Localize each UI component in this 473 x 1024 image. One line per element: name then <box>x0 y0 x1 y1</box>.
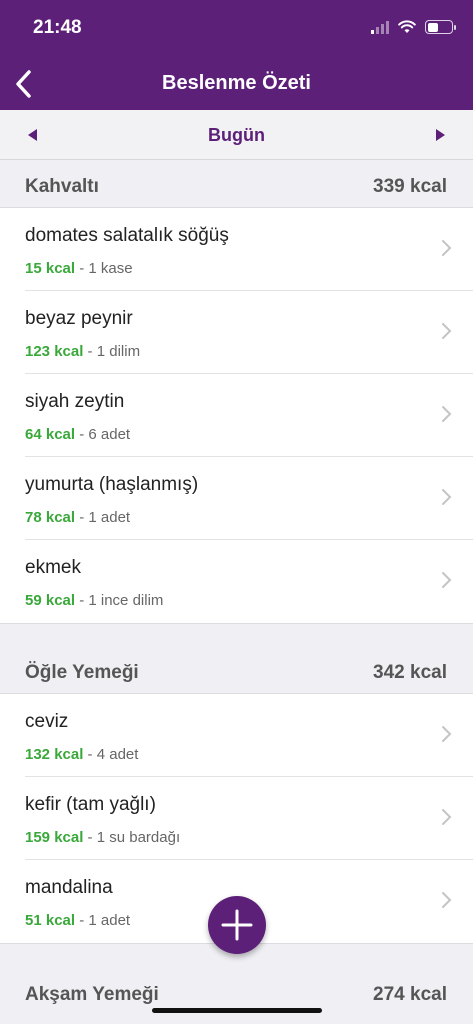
meal-total: 342 kcal <box>373 662 447 683</box>
food-row[interactable]: siyah zeytin 64 kcal - 6 adet <box>25 374 473 457</box>
meal-header-lunch: Öğle Yemeği 342 kcal <box>0 648 473 694</box>
food-portion: - 1 adet <box>75 912 131 929</box>
chevron-right-icon <box>442 323 452 339</box>
food-portion: - 1 dilim <box>83 343 141 360</box>
status-bar: 21:48 <box>0 0 473 58</box>
food-name: mandalina <box>25 877 113 898</box>
food-row[interactable]: ekmek 59 kcal - 1 ince dilim <box>25 540 473 623</box>
meal-name: Kahvaltı <box>25 176 99 197</box>
status-icons <box>371 20 456 34</box>
food-kcal: 78 kcal <box>25 509 76 526</box>
food-name: kefir (tam yağlı) <box>25 794 156 815</box>
cellular-signal-icon <box>371 20 389 34</box>
food-kcal: 15 kcal <box>25 260 76 277</box>
food-portion: - 1 kase <box>75 260 133 277</box>
food-portion: - 1 adet <box>75 509 131 526</box>
plus-icon <box>221 909 253 941</box>
chevron-right-icon <box>442 892 452 908</box>
chevron-right-icon <box>442 406 452 422</box>
food-row[interactable]: ceviz 132 kcal - 4 adet <box>25 694 473 777</box>
home-indicator[interactable] <box>152 1008 322 1013</box>
meal-header-breakfast: Kahvaltı 339 kcal <box>0 162 473 208</box>
wifi-icon <box>398 20 416 33</box>
food-detail: 159 kcal - 1 su bardağı <box>25 829 180 846</box>
meal-total: 339 kcal <box>373 176 447 197</box>
food-portion: - 1 ince dilim <box>75 592 164 609</box>
food-row[interactable]: beyaz peynir 123 kcal - 1 dilim <box>25 291 473 374</box>
food-name: beyaz peynir <box>25 308 133 329</box>
status-time: 21:48 <box>33 17 82 38</box>
chevron-right-icon <box>442 572 452 588</box>
chevron-right-icon <box>442 726 452 742</box>
food-name: domates salatalık söğüş <box>25 225 229 246</box>
food-name: ceviz <box>25 711 69 732</box>
breakfast-list: domates salatalık söğüş 15 kcal - 1 kase… <box>0 208 473 624</box>
food-row[interactable]: yumurta (haşlanmış) 78 kcal - 1 adet <box>25 457 473 540</box>
food-row[interactable]: kefir (tam yağlı) 159 kcal - 1 su bardağ… <box>25 777 473 860</box>
food-detail: 59 kcal - 1 ince dilim <box>25 592 163 609</box>
food-portion: - 6 adet <box>75 426 131 443</box>
chevron-right-icon <box>442 489 452 505</box>
food-detail: 64 kcal - 6 adet <box>25 426 130 443</box>
food-name: ekmek <box>25 557 81 578</box>
food-kcal: 123 kcal <box>25 343 84 360</box>
food-detail: 15 kcal - 1 kase <box>25 260 133 277</box>
meal-total: 274 kcal <box>373 984 447 1005</box>
add-food-button[interactable] <box>208 896 266 954</box>
food-kcal: 132 kcal <box>25 746 84 763</box>
page-title: Beslenme Özeti <box>162 72 311 94</box>
food-kcal: 59 kcal <box>25 592 76 609</box>
food-detail: 78 kcal - 1 adet <box>25 509 130 526</box>
food-portion: - 4 adet <box>83 746 139 763</box>
food-row[interactable]: domates salatalık söğüş 15 kcal - 1 kase <box>25 208 473 291</box>
battery-icon <box>425 20 456 34</box>
next-day-icon[interactable] <box>431 126 449 144</box>
date-navigator: Bugün <box>0 110 473 160</box>
date-label: Bugün <box>208 125 265 145</box>
food-detail: 123 kcal - 1 dilim <box>25 343 140 360</box>
food-name: yumurta (haşlanmış) <box>25 474 199 495</box>
food-detail: 132 kcal - 4 adet <box>25 746 138 763</box>
food-name: siyah zeytin <box>25 391 125 412</box>
food-kcal: 159 kcal <box>25 829 84 846</box>
food-detail: 51 kcal - 1 adet <box>25 912 130 929</box>
food-portion: - 1 su bardağı <box>83 829 181 846</box>
chevron-right-icon <box>442 809 452 825</box>
meal-name: Öğle Yemeği <box>25 662 139 683</box>
meal-name: Akşam Yemeği <box>25 984 159 1005</box>
food-kcal: 51 kcal <box>25 912 76 929</box>
nav-bar: Beslenme Özeti <box>0 58 473 110</box>
food-kcal: 64 kcal <box>25 426 76 443</box>
chevron-right-icon <box>442 240 452 256</box>
